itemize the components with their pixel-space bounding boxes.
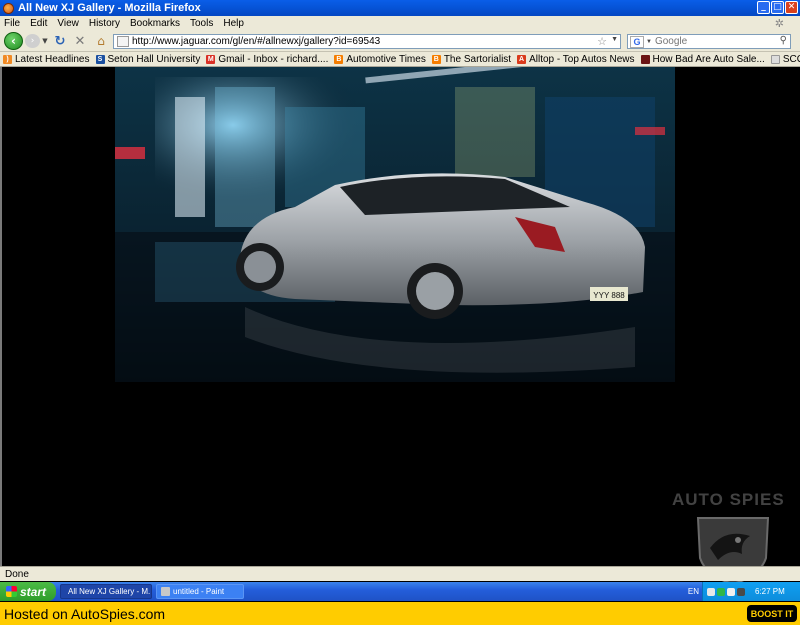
menu-history[interactable]: History [89, 18, 120, 29]
taskbar-item-paint[interactable]: untitled - Paint [156, 584, 244, 599]
bookmark-gmail[interactable]: M Gmail - Inbox - richard.... [206, 54, 328, 65]
bookmark-label: Gmail - Inbox - richard.... [218, 53, 329, 65]
jaguar-xj-car-image: YYY 888 [115, 67, 675, 382]
search-input[interactable] [654, 36, 775, 47]
menu-view[interactable]: View [57, 18, 79, 29]
bookmark-sartorialist[interactable]: B The Sartorialist [431, 53, 512, 65]
hosted-text: Hosted on AutoSpies.com [4, 605, 166, 622]
language-indicator[interactable]: EN [688, 587, 699, 596]
bookmark-label: Seton Hall University [107, 53, 201, 65]
reload-icon[interactable]: ↻ [52, 32, 68, 50]
task-label: untitled - Paint [173, 587, 225, 596]
page-icon [770, 54, 780, 64]
window-title-bar[interactable]: All New XJ Gallery - Mozilla Firefox _ □… [0, 0, 800, 16]
firefox-icon [3, 2, 14, 14]
page-icon [640, 54, 650, 64]
watermark-text: AUTO SPIES [672, 490, 785, 509]
status-bar: Done [0, 566, 800, 581]
boost-it-button[interactable]: BOOST IT [747, 605, 797, 622]
bookmark-latest-headlines[interactable]: ) Latest Headlines [3, 54, 90, 65]
menu-help[interactable]: Help [223, 18, 244, 29]
security-icon[interactable] [717, 587, 725, 596]
throbber-icon: ✲ [774, 18, 784, 30]
minimize-button[interactable]: _ [757, 1, 770, 14]
bookmark-label: How Bad Are Auto Sale... [652, 53, 765, 65]
page-icon [117, 36, 129, 47]
bookmark-label: Automotive Times [346, 53, 426, 65]
star-icon[interactable]: ☆ [597, 35, 607, 48]
back-arrow-icon[interactable]: ‹ [4, 32, 23, 50]
clock[interactable]: 6:27 PM [755, 587, 785, 596]
google-icon[interactable]: G [630, 35, 644, 48]
blogger-icon: B [334, 54, 344, 64]
url-dropdown-icon[interactable]: ▼ [611, 36, 618, 43]
home-icon[interactable]: ⌂ [93, 32, 109, 50]
menu-tools[interactable]: Tools [190, 18, 213, 29]
scrollbar[interactable] [783, 67, 800, 566]
bookmark-label: SCOUTING NY - www.s... [782, 53, 800, 65]
window-title: All New XJ Gallery - Mozilla Firefox [18, 2, 201, 14]
status-text: Done [5, 568, 29, 580]
bookmark-alltop[interactable]: A Alltop - Top Autos News [517, 53, 635, 65]
bookmark-label: The Sartorialist [443, 53, 512, 65]
network-icon[interactable] [707, 587, 715, 596]
bookmark-seton-hall[interactable]: S Seton Hall University [95, 53, 201, 65]
history-dropdown-icon[interactable]: ▼ [41, 32, 49, 50]
windows-logo-icon [6, 586, 17, 597]
navigation-toolbar: ‹ › ▼ ↻ ✕ ⌂ http://www.jaguar.com/gl/en/… [0, 30, 800, 52]
bookmark-label: Alltop - Top Autos News [529, 53, 635, 65]
url-bar[interactable]: http://www.jaguar.com/gl/en/#/allnewxj/g… [113, 34, 621, 49]
search-icon[interactable]: ⚲ [780, 35, 787, 46]
menu-bookmarks[interactable]: Bookmarks [130, 18, 180, 29]
menu-edit[interactable]: Edit [30, 18, 47, 29]
maximize-button[interactable]: □ [771, 1, 784, 14]
rss-icon: ) [3, 54, 12, 64]
bookmark-auto-sales[interactable]: How Bad Are Auto Sale... [640, 53, 765, 65]
bookmark-scouting-ny[interactable]: SCOUTING NY - www.s... [770, 53, 800, 65]
bookmark-label: Latest Headlines [15, 53, 90, 65]
blogger-icon: B [431, 54, 441, 64]
volume-icon[interactable] [727, 587, 735, 596]
taskbar-item-firefox[interactable]: All New XJ Gallery - M... [60, 584, 152, 599]
bookmark-automotive-times[interactable]: B Automotive Times [334, 53, 426, 65]
gmail-icon: M [206, 54, 216, 64]
gallery-photo[interactable]: YYY 888 [115, 67, 675, 382]
system-tray: 6:27 PM [702, 582, 800, 601]
forward-arrow-icon[interactable]: › [25, 34, 40, 48]
bookmarks-toolbar: ) Latest Headlines S Seton Hall Universi… [0, 52, 800, 67]
search-engine-dropdown-icon[interactable]: ▼ [646, 39, 652, 45]
menu-file[interactable]: File [4, 18, 20, 29]
paint-icon [161, 587, 170, 596]
task-label: All New XJ Gallery - M... [68, 587, 152, 596]
menu-bar: File Edit View History Bookmarks Tools H… [0, 16, 800, 30]
close-button[interactable]: ✕ [785, 1, 798, 14]
start-label: start [20, 584, 47, 599]
stop-icon[interactable]: ✕ [72, 32, 88, 50]
search-box[interactable]: G ▼ ⚲ [627, 34, 791, 49]
update-icon[interactable] [737, 587, 745, 596]
windows-taskbar: start All New XJ Gallery - M... untitled… [0, 582, 800, 601]
hosted-footer: Hosted on AutoSpies.com BOOST IT [0, 602, 800, 625]
url-text[interactable]: http://www.jaguar.com/gl/en/#/allnewxj/g… [132, 36, 380, 47]
license-plate-text: YYY 888 [593, 291, 625, 300]
shu-icon: S [95, 54, 105, 64]
alltop-icon: A [517, 54, 527, 64]
start-button[interactable]: start [0, 582, 56, 601]
